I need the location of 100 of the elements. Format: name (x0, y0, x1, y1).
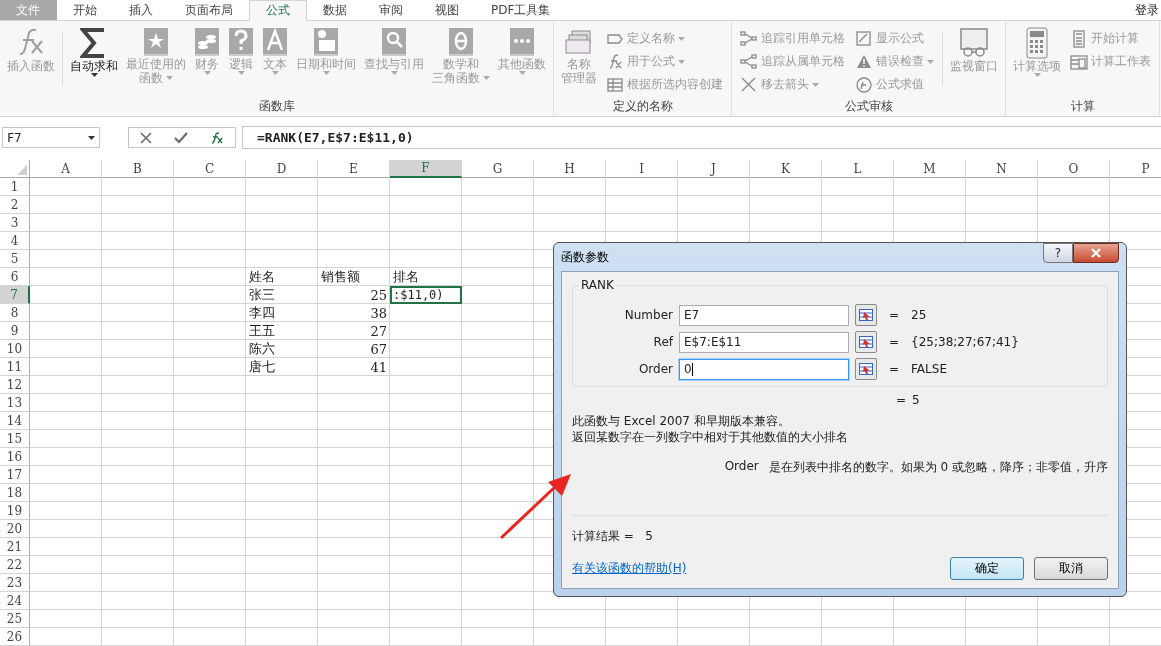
caret-icon (88, 135, 95, 140)
equals-sign: = (896, 393, 907, 407)
column-header[interactable]: J (678, 160, 750, 178)
caret-icon (678, 36, 685, 41)
close-icon (1090, 248, 1102, 258)
dialog-button[interactable]: 取消 (1034, 557, 1108, 580)
group-label: 计算 (1069, 98, 1096, 115)
check-icon[interactable] (174, 131, 188, 144)
ribbon-tab[interactable]: 页面布局 (169, 0, 249, 21)
function-name: RANK (579, 278, 616, 292)
column-header[interactable]: M (894, 160, 966, 178)
caret-icon (678, 59, 685, 64)
table-cell-text: 67 (369, 340, 388, 358)
calendar-book-icon (313, 27, 339, 58)
watch-window-icon (958, 27, 990, 60)
triangle-icon (17, 165, 27, 175)
caret-icon (271, 71, 279, 76)
trace-icon (740, 52, 758, 71)
argument-result: 25 (911, 308, 927, 322)
ribbon-tab[interactable]: 公式 (249, 0, 307, 22)
name-box[interactable]: F7 (2, 127, 100, 148)
ribbon-button[interactable]: 自动求和 (67, 27, 121, 98)
table-arrow-icon (859, 309, 873, 321)
table-cell-text: 销售额 (320, 268, 361, 286)
login-link[interactable]: 登录 (1135, 0, 1161, 21)
caret-icon (518, 71, 526, 76)
question-book-icon (228, 27, 254, 58)
cancel-icon[interactable] (140, 131, 152, 144)
range-select-button[interactable] (855, 358, 877, 380)
equals-sign: = (889, 308, 900, 322)
column-header[interactable]: K (750, 160, 822, 178)
table-arrow-icon (859, 363, 873, 375)
column-header[interactable]: P (1110, 160, 1161, 178)
range-select-button[interactable] (855, 304, 877, 326)
calculator-icon (1025, 27, 1049, 60)
dots-book-icon (509, 27, 535, 58)
column-header[interactable]: G (462, 160, 534, 178)
letter-book-icon (262, 27, 288, 58)
caret-icon (483, 76, 490, 81)
ribbon-tab[interactable]: 审阅 (363, 0, 419, 21)
column-header[interactable]: L (822, 160, 894, 178)
ribbon-tab[interactable]: PDF工具集 (475, 0, 567, 21)
table-cell-text: 25 (369, 286, 388, 304)
column-header[interactable]: B (102, 160, 174, 178)
caret-icon (812, 82, 819, 87)
fx-icon[interactable] (210, 131, 224, 144)
coins-book-icon (194, 27, 220, 58)
caret-icon (90, 73, 98, 78)
argument-result: {25;38;27;67;41} (911, 335, 1019, 349)
ribbon-tab[interactable]: 视图 (419, 0, 475, 21)
close-button[interactable] (1073, 243, 1119, 263)
row-header[interactable]: 7 (0, 286, 30, 304)
caret-icon (166, 76, 173, 81)
formula-field[interactable]: =RANK(E7,E$7:E$11,0) (242, 126, 1161, 149)
column-header[interactable]: A (30, 160, 102, 178)
table-cell-text: 王五 (248, 322, 276, 340)
column-header[interactable]: E (318, 160, 390, 178)
argument-label: Order (637, 362, 673, 376)
argument-label: Ref (652, 335, 673, 349)
range-select-button[interactable] (855, 331, 877, 353)
table-cell-text: 27 (369, 322, 388, 340)
column-header[interactable]: F (390, 160, 462, 178)
argument-result: FALSE (911, 362, 947, 376)
help-button[interactable]: ? (1043, 243, 1073, 263)
table-cell-text: 陈六 (248, 340, 276, 358)
formula-sheet-icon (855, 29, 873, 48)
ribbon-tab[interactable]: 开始 (57, 0, 113, 21)
argument-field[interactable]: E$7:E$11 (679, 331, 849, 353)
argument-field[interactable]: E7 (679, 304, 849, 326)
cross-arrow-icon (740, 75, 758, 94)
caret-icon (203, 71, 211, 76)
column-header[interactable]: O (1038, 160, 1110, 178)
table-arrow-icon (859, 336, 873, 348)
column-header[interactable]: C (174, 160, 246, 178)
column-header[interactable]: D (246, 160, 318, 178)
argument-help: 是在列表中排名的数字。如果为 0 或忽略，降序；非零值，升序 (768, 459, 1108, 476)
table-cell-text: 唐七 (248, 358, 276, 376)
caret-icon (927, 59, 934, 64)
magnifier-book-icon (381, 27, 407, 58)
table-cell-text: 排名 (392, 268, 420, 286)
column-header[interactable]: N (966, 160, 1038, 178)
table-icon (606, 75, 624, 94)
dialog-button[interactable]: 确定 (950, 557, 1024, 580)
active-cell[interactable]: :$11,0) (390, 286, 462, 304)
calculator-icon (1070, 29, 1088, 48)
equals-sign: = (889, 362, 900, 376)
column-header[interactable]: I (606, 160, 678, 178)
ribbon-tab[interactable]: 数据 (307, 0, 363, 21)
star-book-icon (143, 27, 169, 58)
caret-icon (237, 71, 245, 76)
table-cell-text: 李四 (248, 304, 276, 322)
caret-icon (390, 71, 398, 76)
formula-result: 5 (912, 393, 920, 407)
argument-field[interactable]: 0 (679, 358, 849, 380)
function-description: 返回某数字在一列数字中相对于其他数值的大小排名 (572, 429, 849, 445)
sheet-calculator-icon (1070, 52, 1088, 71)
column-header[interactable]: H (534, 160, 606, 178)
ribbon-tab[interactable]: 插入 (113, 0, 169, 21)
table-cell-text: 41 (369, 358, 388, 376)
help-link[interactable]: 有关该函数的帮助(H) (572, 560, 687, 577)
